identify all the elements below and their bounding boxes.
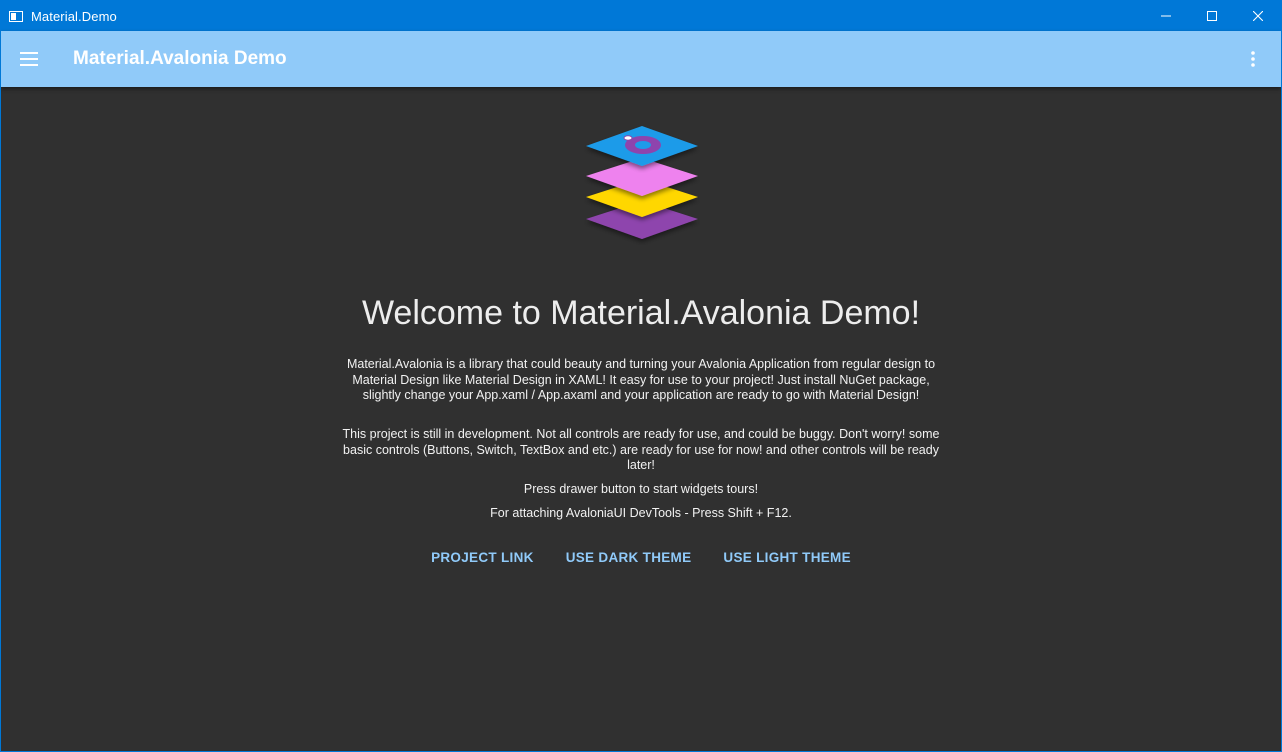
drawer-toggle-button[interactable] (9, 39, 49, 79)
minimize-button[interactable] (1143, 1, 1189, 31)
devtools-hint-paragraph: For attaching AvaloniaUI DevTools - Pres… (490, 506, 792, 520)
material-avalonia-logo-icon (586, 126, 698, 239)
drawer-hint-paragraph: Press drawer button to start widgets tou… (523, 482, 759, 496)
action-buttons: PROJECT LINK USE DARK THEME USE LIGHT TH… (1, 547, 1281, 569)
maximize-icon (1207, 11, 1217, 21)
project-link-button[interactable]: PROJECT LINK (420, 547, 545, 569)
window-controls (1143, 1, 1281, 31)
use-light-theme-button[interactable]: USE LIGHT THEME (712, 547, 862, 569)
app-bar: Material.Avalonia Demo (1, 31, 1281, 87)
minimize-icon (1161, 15, 1171, 17)
app-icon (9, 10, 23, 22)
welcome-page: Welcome to Material.Avalonia Demo! Mater… (1, 87, 1281, 751)
app-window: Material.Demo Material.Avalonia Demo Wel… (0, 0, 1282, 752)
title-bar[interactable]: Material.Demo (1, 1, 1281, 31)
hamburger-menu-icon (20, 52, 38, 66)
welcome-heading: Welcome to Material.Avalonia Demo! (361, 294, 921, 332)
more-options-button[interactable] (1237, 39, 1269, 79)
more-vertical-icon (1251, 51, 1255, 67)
use-dark-theme-button[interactable]: USE DARK THEME (555, 547, 703, 569)
development-note-paragraph: This project is still in development. No… (342, 427, 940, 473)
intro-paragraph: Material.Avalonia is a library that coul… (346, 357, 936, 403)
window-title: Material.Demo (31, 8, 117, 24)
app-bar-title: Material.Avalonia Demo (73, 48, 287, 69)
close-icon (1253, 11, 1263, 21)
close-button[interactable] (1235, 1, 1281, 31)
maximize-button[interactable] (1189, 1, 1235, 31)
